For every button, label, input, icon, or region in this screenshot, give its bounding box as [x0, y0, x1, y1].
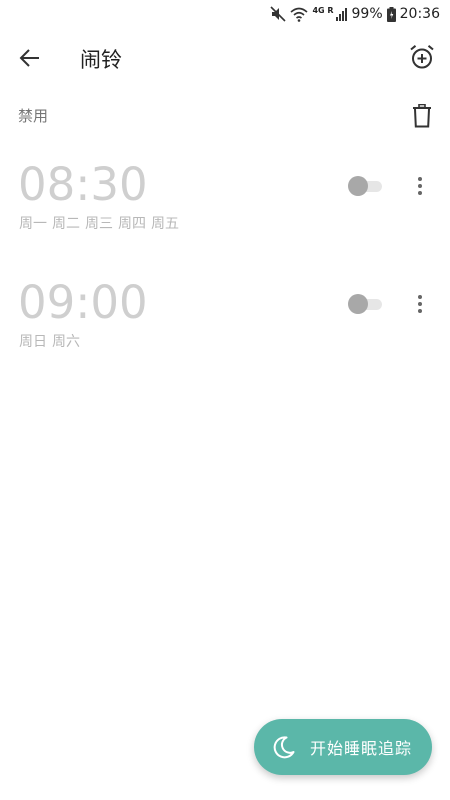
mute-icon [270, 6, 287, 22]
delete-button[interactable] [406, 100, 438, 132]
status-bar: 4G R 99% 20:36 [0, 0, 450, 28]
alarm-day: 周六 [52, 334, 80, 350]
alarm-toggle[interactable] [348, 293, 384, 315]
section-header-disabled: 禁用 [0, 96, 450, 136]
signal-icon [335, 7, 348, 21]
moon-icon [272, 735, 296, 759]
battery-percent: 99% [351, 6, 383, 22]
alarm-time: 09:00 [18, 276, 148, 329]
alarm-day: 周五 [151, 216, 179, 232]
alarm-item[interactable]: 08:30 周一 周二 周三 周四 周五 [0, 159, 450, 259]
alarm-days: 周一 周二 周三 周四 周五 [19, 213, 179, 233]
alarm-day: 周日 [19, 334, 47, 350]
alarm-day: 周四 [118, 216, 146, 232]
status-time: 20:36 [399, 6, 440, 22]
trash-icon [412, 104, 432, 128]
alarm-days: 周日 周六 [19, 331, 80, 351]
start-sleep-tracking-button[interactable]: 开始睡眠追踪 [254, 719, 432, 775]
alarm-day: 周三 [85, 216, 113, 232]
wifi-icon [290, 7, 308, 22]
back-button[interactable] [14, 42, 46, 74]
more-options-button[interactable] [406, 289, 434, 319]
network-type-label: 4G R [312, 5, 334, 15]
more-options-button[interactable] [406, 171, 434, 201]
toggle-thumb [348, 176, 368, 196]
alarm-item[interactable]: 09:00 周日 周六 [0, 277, 450, 377]
alarm-add-icon [409, 44, 435, 70]
alarm-screen: 4G R 99% 20:36 闹铃 禁用 08:30 周一 周二 周三 周四 周… [0, 0, 450, 800]
arrow-left-icon [19, 47, 41, 69]
alarm-day: 周一 [19, 216, 47, 232]
add-alarm-button[interactable] [406, 41, 438, 73]
battery-icon [386, 6, 396, 22]
more-vertical-icon [417, 294, 423, 314]
toggle-thumb [348, 294, 368, 314]
alarm-day: 周二 [52, 216, 80, 232]
alarm-time: 08:30 [18, 158, 148, 211]
section-label: 禁用 [18, 107, 49, 125]
app-bar: 闹铃 [0, 28, 450, 86]
more-vertical-icon [417, 176, 423, 196]
fab-label: 开始睡眠追踪 [310, 739, 413, 758]
page-title: 闹铃 [80, 48, 122, 72]
alarm-toggle[interactable] [348, 175, 384, 197]
